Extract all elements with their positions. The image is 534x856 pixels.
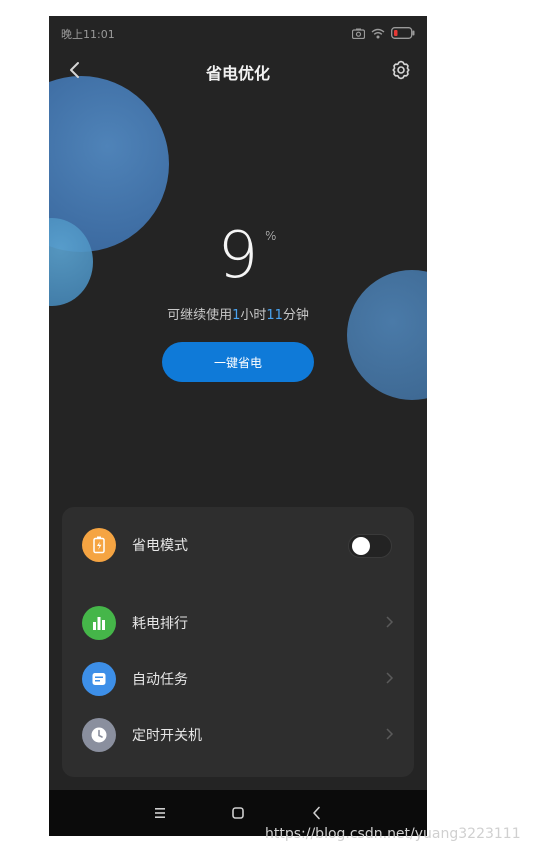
watermark-text: https://blog.csdn.net/yuang3223111 xyxy=(265,826,521,842)
task-icon xyxy=(82,662,116,696)
page-title: 省电优化 xyxy=(205,64,270,83)
battery-level: 9 % xyxy=(49,224,427,288)
row-power-saving-mode[interactable]: 省电模式 xyxy=(62,522,414,566)
wifi-icon xyxy=(371,28,385,38)
chevron-right-icon xyxy=(386,672,394,684)
bar-chart-icon xyxy=(82,606,116,640)
row-scheduled-power[interactable]: 定时开关机 xyxy=(62,712,414,756)
status-icons xyxy=(352,26,415,40)
remaining-prefix: 可继续使用 xyxy=(167,308,233,323)
status-time: 晚上11:01 xyxy=(61,28,115,41)
back-icon[interactable] xyxy=(306,802,328,824)
status-bar: 晚上11:01 xyxy=(49,16,427,50)
minutes-unit: 分钟 xyxy=(282,308,309,323)
one-key-save-button[interactable]: 一键省电 xyxy=(162,342,314,382)
row-label: 定时开关机 xyxy=(132,728,202,744)
hours-unit: 小时 xyxy=(240,308,267,323)
gear-icon[interactable] xyxy=(389,58,413,82)
toggle-knob xyxy=(352,537,370,555)
row-label: 省电模式 xyxy=(132,538,188,554)
row-power-usage-ranking[interactable]: 耗电排行 xyxy=(62,600,414,644)
row-label: 自动任务 xyxy=(132,672,188,688)
chevron-right-icon xyxy=(386,616,394,628)
camera-icon xyxy=(352,28,365,39)
row-label: 耗电排行 xyxy=(132,616,188,632)
chevron-right-icon xyxy=(386,728,394,740)
remaining-minutes: 11 xyxy=(266,308,283,323)
clock-icon xyxy=(82,718,116,752)
power-saving-toggle[interactable] xyxy=(348,534,392,558)
menu-icon[interactable] xyxy=(149,802,171,824)
options-card: 省电模式 耗电排行 自动任务 定时开关机 xyxy=(62,507,414,777)
row-auto-tasks[interactable]: 自动任务 xyxy=(62,656,414,700)
percent-sign: % xyxy=(264,229,277,243)
phone-screen: 晚上11:01 省电优化 9 % 可继续使用1小时11分钟 一键省电 省电模式 … xyxy=(49,16,427,836)
battery-percent-value: 9 xyxy=(217,219,259,293)
top-bar: 省电优化 xyxy=(49,56,427,86)
battery-low-icon xyxy=(391,27,415,39)
battery-saver-icon xyxy=(82,528,116,562)
remaining-time: 可继续使用1小时11分钟 xyxy=(49,304,427,323)
home-icon[interactable] xyxy=(227,802,249,824)
decor-bubble-right xyxy=(347,270,427,400)
